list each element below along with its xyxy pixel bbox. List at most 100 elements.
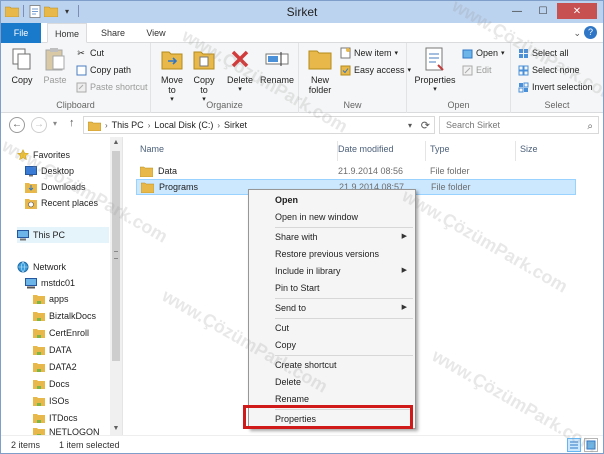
scrollbar-thumb[interactable] (112, 151, 120, 361)
nav-share-item[interactable]: DATA2 (33, 359, 77, 375)
nav-favorites[interactable]: Favorites (17, 147, 70, 163)
folder-icon (141, 182, 154, 193)
nav-network[interactable]: Network (17, 259, 66, 275)
shared-folder-icon (33, 361, 45, 373)
invert-selection-icon (517, 81, 529, 93)
new-item-button[interactable]: New item ▾ (339, 45, 398, 61)
new-folder-button[interactable]: New folder (303, 45, 337, 95)
back-button[interactable]: ← (9, 117, 25, 133)
move-to-button[interactable]: Move to ▾ (157, 45, 187, 105)
open-label: Open (476, 48, 499, 58)
maximize-button[interactable]: ☐ (531, 3, 555, 19)
copy-label: Copy (11, 75, 33, 85)
nav-downloads[interactable]: Downloads (25, 179, 86, 195)
cut-button[interactable]: ✂ Cut (75, 45, 104, 61)
paste-shortcut-label: Paste shortcut (90, 82, 148, 92)
menu-item-share-with[interactable]: Share with ▶ (251, 229, 413, 245)
folder-icon (140, 166, 153, 177)
copy-button[interactable]: Copy (7, 45, 37, 85)
nav-this-pc[interactable]: This PC (17, 227, 109, 243)
edit-icon (461, 64, 473, 76)
nav-share-item[interactable]: CertEnroll (33, 325, 89, 341)
new-item-icon (339, 47, 351, 59)
menu-item-delete[interactable]: Delete (251, 374, 413, 390)
nav-server[interactable]: mstdc01 (25, 275, 75, 291)
menu-item-send-to[interactable]: Send to ▶ (251, 300, 413, 316)
delete-button[interactable]: Delete ▾ (225, 45, 255, 95)
invert-selection-button[interactable]: Invert selection (517, 79, 593, 95)
forward-button[interactable]: → (31, 117, 47, 133)
address-bar[interactable]: › This PC › Local Disk (C:) › Sirket ▾ ⟳ (83, 116, 435, 134)
nav-share-item[interactable]: Docs (33, 376, 70, 392)
large-icons-view-button[interactable] (584, 438, 598, 452)
easy-access-button[interactable]: Easy access ▾ (339, 62, 411, 78)
table-row[interactable]: Data 21.9.2014 08:56 File folder (136, 163, 576, 179)
copy-to-button[interactable]: Copy to ▾ (189, 45, 219, 105)
column-header-name[interactable]: Name (136, 141, 338, 161)
chevron-down-icon[interactable]: ▾ (60, 4, 74, 18)
edit-button[interactable]: Edit (461, 62, 492, 78)
properties-icon[interactable] (28, 4, 42, 18)
nav-desktop[interactable]: Desktop (25, 163, 74, 179)
folder-icon[interactable] (5, 4, 19, 18)
breadcrumb-sirket[interactable]: Sirket (224, 120, 247, 130)
breadcrumb-this-pc[interactable]: This PC (112, 120, 144, 130)
menu-item-include-library[interactable]: Include in library ▶ (251, 263, 413, 279)
menu-item-open[interactable]: Open (251, 192, 413, 208)
star-icon (17, 149, 29, 161)
select-all-icon (517, 47, 529, 59)
address-row: ← → ▾ ↑ › This PC › Local Disk (C:) › Si… (1, 113, 603, 137)
menu-item-copy[interactable]: Copy (251, 337, 413, 353)
breadcrumb-local-disk[interactable]: Local Disk (C:) (154, 120, 213, 130)
paste-shortcut-button[interactable]: Paste shortcut (75, 79, 148, 95)
column-header-size[interactable]: Size (516, 141, 576, 161)
details-view-button[interactable] (567, 438, 581, 452)
server-icon (25, 277, 37, 289)
menu-item-cut[interactable]: Cut (251, 320, 413, 336)
search-input[interactable]: Search Sirket ⌕ (439, 116, 599, 134)
up-arrow-icon[interactable]: ↑ (69, 117, 75, 129)
minimize-button[interactable]: — (505, 3, 529, 19)
select-all-button[interactable]: Select all (517, 45, 569, 61)
menu-item-create-shortcut[interactable]: Create shortcut (251, 357, 413, 373)
clipboard-icon (41, 45, 69, 73)
help-icon[interactable]: ? (584, 26, 597, 39)
nav-share-label: ITDocs (49, 413, 78, 423)
menu-item-restore-versions[interactable]: Restore previous versions (251, 246, 413, 262)
nav-scrollbar[interactable]: ▲ ▼ (110, 137, 122, 435)
paste-shortcut-icon (75, 81, 87, 93)
nav-recent-places[interactable]: Recent places (25, 195, 98, 211)
menu-item-label: Include in library (275, 266, 341, 276)
paste-button[interactable]: Paste (39, 45, 71, 85)
column-header-date[interactable]: Date modified (334, 141, 426, 161)
copy-path-button[interactable]: Copy path (75, 62, 131, 78)
new-folder-icon[interactable] (44, 4, 58, 18)
nav-share-item[interactable]: DATA (33, 342, 72, 358)
open-button[interactable]: Open ▾ (461, 45, 505, 61)
scroll-up-icon[interactable]: ▲ (110, 137, 122, 149)
menu-item-open-new-window[interactable]: Open in new window (251, 209, 413, 225)
refresh-icon[interactable]: ⟳ (421, 119, 430, 132)
close-button[interactable]: ✕ (557, 3, 597, 19)
submenu-arrow-icon: ▶ (401, 267, 407, 274)
scroll-down-icon[interactable]: ▼ (110, 423, 122, 435)
recent-locations-icon[interactable]: ▾ (53, 119, 57, 128)
ribbon-expand-icon[interactable]: ⌄ (573, 28, 581, 39)
tab-share[interactable]: Share (93, 23, 133, 43)
nav-share-item[interactable]: BiztalkDocs (33, 308, 96, 324)
nav-share-item[interactable]: ITDocs (33, 410, 78, 426)
nav-share-item[interactable]: ISOs (33, 393, 69, 409)
tab-home[interactable]: Home (47, 23, 87, 43)
shared-folder-icon (33, 310, 45, 322)
nav-share-item[interactable]: apps (33, 291, 69, 307)
paste-label: Paste (43, 75, 67, 85)
menu-item-pin-start[interactable]: Pin to Start (251, 280, 413, 296)
select-none-button[interactable]: Select none (517, 62, 580, 78)
breadcrumb-separator-icon: › (217, 120, 221, 130)
tab-file[interactable]: File (1, 23, 41, 43)
column-header-type[interactable]: Type (426, 141, 516, 161)
rename-button[interactable]: Rename (259, 45, 295, 85)
properties-button[interactable]: Properties ▾ (411, 45, 459, 95)
tab-view[interactable]: View (139, 23, 173, 43)
chevron-down-icon[interactable]: ▾ (408, 121, 412, 130)
